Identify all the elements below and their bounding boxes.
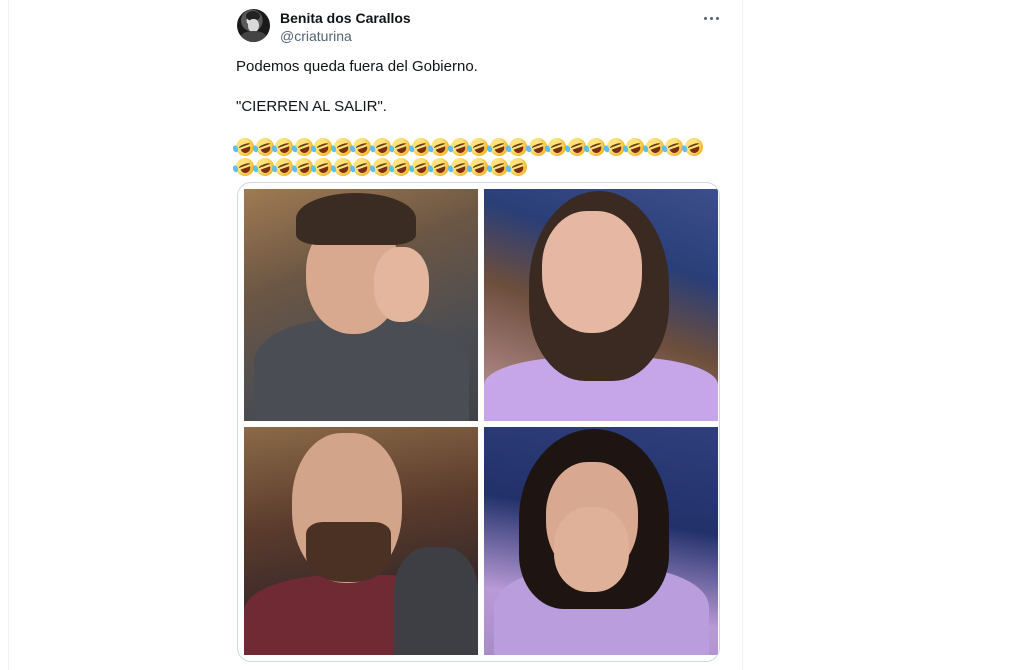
emoji-block xyxy=(232,135,716,179)
dot xyxy=(709,16,713,20)
user-handle[interactable]: @criaturina xyxy=(280,28,352,44)
rolling-on-floor-laughing-emoji xyxy=(680,135,706,159)
dot xyxy=(703,16,707,20)
tweet-text-line: "CIERREN AL SALIR". xyxy=(236,98,387,115)
photo-figure xyxy=(394,547,478,655)
photo-1[interactable] xyxy=(244,189,478,421)
photo-figure xyxy=(542,211,642,333)
photo-figure xyxy=(254,319,469,421)
photo-figure xyxy=(554,507,629,592)
avatar[interactable] xyxy=(237,9,270,42)
media-grid xyxy=(237,182,720,662)
tweet-text-line: Podemos queda fuera del Gobierno. xyxy=(236,58,478,75)
photo-figure xyxy=(306,522,391,582)
photo-4[interactable] xyxy=(484,427,718,655)
photo-3[interactable] xyxy=(244,427,478,655)
emoji-row xyxy=(232,135,716,159)
photo-figure xyxy=(374,247,429,322)
rolling-on-floor-laughing-emoji xyxy=(505,155,530,179)
tweet-text: Podemos queda fuera del Gobierno. "CIERR… xyxy=(236,57,716,117)
dot xyxy=(715,16,719,20)
display-name[interactable]: Benita dos Carallos xyxy=(280,10,411,26)
avatar-shoulders xyxy=(240,31,267,42)
photo-2[interactable] xyxy=(484,189,718,421)
photo-figure xyxy=(296,193,416,245)
more-options-icon[interactable] xyxy=(700,8,722,28)
emoji-row xyxy=(232,155,716,179)
timeline-border-right xyxy=(742,0,743,670)
